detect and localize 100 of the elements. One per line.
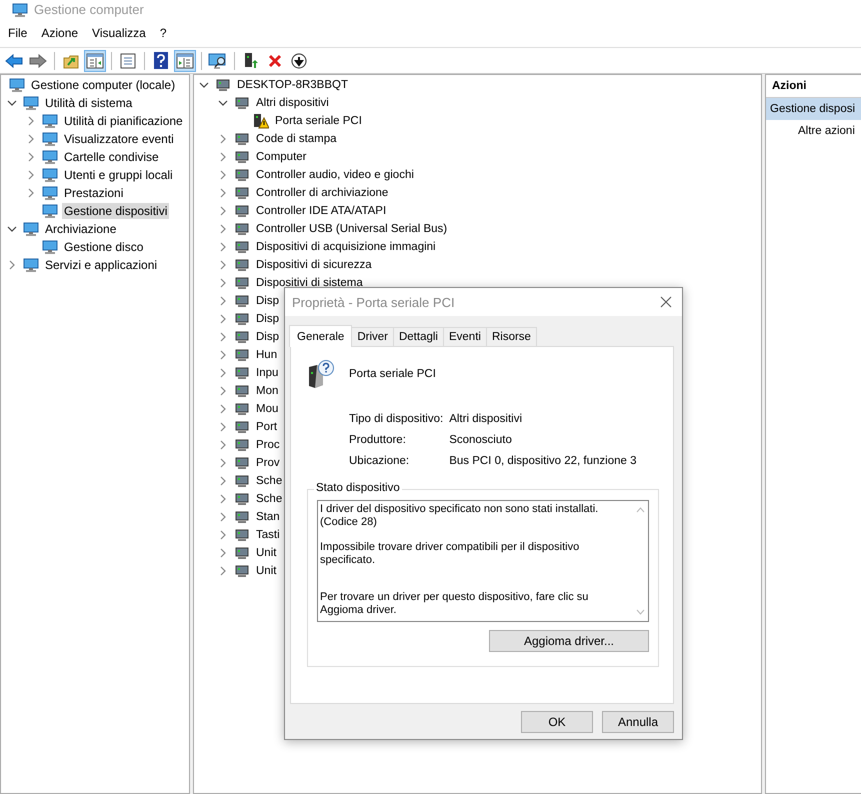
tree-item[interactable]: Servizi e applicazioni <box>43 257 160 273</box>
tree-item[interactable]: Utilità di sistema <box>43 95 134 111</box>
tree-item[interactable]: Tasti <box>254 528 282 542</box>
tree-item[interactable]: DESKTOP-8R3BBQT <box>235 78 350 92</box>
tree-item[interactable]: Disp <box>254 294 282 308</box>
tree-item[interactable]: Dispositivi di acquisizione immagini <box>254 240 438 254</box>
chevron-right-icon[interactable] <box>218 224 228 234</box>
tree-item[interactable]: Disp <box>254 330 282 344</box>
tree-item[interactable]: Controller audio, video e giochi <box>254 168 416 182</box>
monitor-icon <box>42 185 58 201</box>
window-title: Gestione computer <box>34 2 144 17</box>
scroll-up-icon[interactable] <box>636 507 644 513</box>
tree-item[interactable]: Computer <box>254 150 308 164</box>
update-driver-button[interactable]: Aggioma driver... <box>489 630 649 652</box>
tab[interactable]: Generale <box>289 325 352 347</box>
back-arrow-icon[interactable] <box>5 54 23 68</box>
help-icon[interactable] <box>154 52 168 69</box>
tree-item[interactable]: Sche <box>254 474 284 488</box>
device-question-icon <box>307 359 335 389</box>
action-item[interactable]: Altre azioni <box>766 120 861 142</box>
chevron-right-icon[interactable] <box>218 206 228 216</box>
chevron-right-icon[interactable] <box>218 260 228 270</box>
chevron-down-icon[interactable] <box>199 80 209 90</box>
chevron-right-icon[interactable] <box>26 152 36 162</box>
chevron-right-icon[interactable] <box>218 278 228 288</box>
tree-item[interactable]: Controller IDE ATA/ATAPI <box>254 204 388 218</box>
chevron-right-icon[interactable] <box>218 512 228 522</box>
tree-item[interactable]: Port <box>254 420 280 434</box>
tree-item[interactable]: Utenti e gruppi locali <box>62 167 175 183</box>
chevron-right-icon[interactable] <box>218 566 228 576</box>
tree-item[interactable]: Cartelle condivise <box>62 149 161 165</box>
tree-item[interactable]: Gestione computer (locale) <box>29 77 178 93</box>
chevron-right-icon[interactable] <box>218 548 228 558</box>
monitor-icon <box>42 149 58 165</box>
tree-item[interactable]: Altri dispositivi <box>254 96 331 110</box>
chevron-right-icon[interactable] <box>218 350 228 360</box>
tree-item[interactable]: Visualizzatore eventi <box>62 131 176 147</box>
dialog-button[interactable]: OK <box>521 711 593 733</box>
tree-item[interactable]: Code di stampa <box>254 132 339 146</box>
chevron-right-icon[interactable] <box>218 152 228 162</box>
chevron-right-icon[interactable] <box>218 404 228 414</box>
tree-item[interactable]: Dispositivi di sicurezza <box>254 258 374 272</box>
chevron-right-icon[interactable] <box>26 116 36 126</box>
chevron-right-icon[interactable] <box>218 530 228 540</box>
chevron-right-icon[interactable] <box>26 170 36 180</box>
tree-item[interactable]: Porta seriale PCI <box>273 114 364 128</box>
menu-item[interactable]: Azione <box>36 24 84 42</box>
tree-item[interactable]: Mon <box>254 384 280 398</box>
delete-icon[interactable] <box>268 54 282 68</box>
chevron-right-icon[interactable] <box>218 494 228 504</box>
close-icon[interactable] <box>660 296 672 308</box>
tree-item[interactable]: Mou <box>254 402 280 416</box>
tree-item[interactable]: Prov <box>254 456 282 470</box>
tree-item[interactable]: Proc <box>254 438 282 452</box>
tree-item[interactable]: Hun <box>254 348 280 362</box>
tree-item[interactable]: Gestione dispositivi <box>62 203 170 219</box>
property-value: Altri dispositivi <box>449 413 524 425</box>
menu-item[interactable]: Visualizza <box>87 24 151 42</box>
menu-item[interactable]: ? <box>154 24 172 42</box>
tree-item[interactable]: Utilità di pianificazione <box>62 113 185 129</box>
chevron-right-icon[interactable] <box>218 134 228 144</box>
chevron-right-icon[interactable] <box>218 476 228 486</box>
tree-item[interactable]: Controller di archiviazione <box>254 186 390 200</box>
tab[interactable]: Risorse <box>486 327 537 346</box>
chevron-down-icon[interactable] <box>7 224 17 234</box>
chevron-right-icon[interactable] <box>26 134 36 144</box>
tree-item[interactable]: Gestione disco <box>62 239 146 255</box>
chevron-down-icon[interactable] <box>7 98 17 108</box>
menu-item[interactable]: File <box>3 24 32 42</box>
tree-item[interactable]: Sche <box>254 492 284 506</box>
chevron-right-icon[interactable] <box>218 296 228 306</box>
property-label: Produttore: <box>349 434 407 446</box>
chevron-right-icon[interactable] <box>218 332 228 342</box>
chevron-right-icon[interactable] <box>218 440 228 450</box>
tree-item[interactable]: Dispositivi di sistema <box>254 276 365 290</box>
chevron-right-icon[interactable] <box>218 188 228 198</box>
chevron-right-icon[interactable] <box>218 386 228 396</box>
chevron-right-icon[interactable] <box>218 242 228 252</box>
tree-item[interactable]: Stan <box>254 510 282 524</box>
chevron-right-icon[interactable] <box>218 458 228 468</box>
tree-item[interactable]: Prestazioni <box>62 185 126 201</box>
action-item[interactable]: Gestione disposi <box>766 98 861 120</box>
tree-item[interactable]: Controller USB (Universal Serial Bus) <box>254 222 450 236</box>
dialog-button[interactable]: Annulla <box>602 711 674 733</box>
tree-item[interactable]: Inpu <box>254 366 280 380</box>
chevron-down-icon[interactable] <box>218 98 228 108</box>
forward-arrow-icon[interactable] <box>29 54 47 68</box>
scroll-down-icon[interactable] <box>636 609 644 615</box>
tree-item[interactable]: Unit <box>254 564 278 578</box>
chevron-right-icon[interactable] <box>26 188 36 198</box>
chevron-right-icon[interactable] <box>7 260 17 270</box>
tree-item[interactable]: Archiviazione <box>43 221 118 237</box>
chevron-right-icon[interactable] <box>218 368 228 378</box>
chevron-right-icon[interactable] <box>218 422 228 432</box>
chevron-right-icon[interactable] <box>218 314 228 324</box>
monitor-icon <box>42 203 58 219</box>
tree-item[interactable]: Disp <box>254 312 282 326</box>
status-message: Impossibile trovare driver compatibili per il dispositivo specificato. <box>320 541 580 567</box>
chevron-right-icon[interactable] <box>218 170 228 180</box>
tree-item[interactable]: Unit <box>254 546 278 560</box>
